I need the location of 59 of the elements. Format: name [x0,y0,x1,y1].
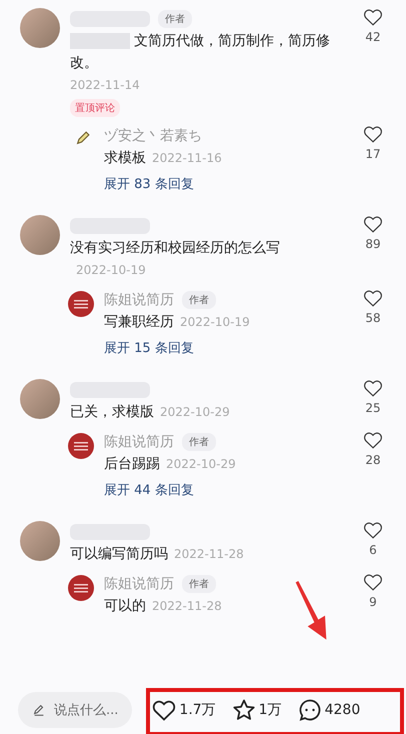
like-total: 1.7万 [179,701,216,719]
like-icon[interactable] [363,215,383,233]
favorite-total: 1万 [258,701,282,719]
comment-text: 可以编写简历吗 [70,546,168,562]
like-icon[interactable] [363,521,383,539]
pencil-icon [32,703,46,717]
like-icon[interactable] [363,125,383,143]
author-badge: 作者 [182,575,216,593]
reply-username[interactable]: ヅ安之丶若素ち [104,127,202,145]
reply-username[interactable]: 陈姐说简历 [104,433,174,451]
comment-date: 2022-11-28 [174,547,244,561]
like-count: 25 [365,401,381,415]
like-icon[interactable] [363,431,383,449]
reply-date: 2022-11-16 [152,151,222,165]
like-count: 6 [369,543,377,557]
reply-text: 写兼职经历 [104,314,174,330]
comment-bubble-icon[interactable] [298,698,322,722]
avatar-logo-icon[interactable] [68,291,94,317]
pinned-tag: 置顶评论 [70,99,120,117]
pencil-icon[interactable] [74,129,92,147]
avatar-photo-placeholder[interactable] [20,8,60,48]
like-count: 9 [369,595,377,609]
like-count: 89 [365,237,381,251]
like-count: 42 [365,30,381,44]
comment-date: 2022-10-29 [160,405,230,419]
like-icon[interactable] [363,379,383,397]
avatar-photo-placeholder[interactable] [20,379,60,419]
avatar-photo-placeholder[interactable] [20,215,60,255]
comment-date: 2022-10-19 [76,263,146,277]
reply-username[interactable]: 陈姐说简历 [104,291,174,309]
author-badge: 作者 [158,10,192,28]
reply-text: 求模板 [104,150,146,166]
author-badge: 作者 [182,291,216,309]
like-count: 17 [365,147,381,161]
like-count: 58 [365,311,381,325]
reply-date: 2022-10-19 [180,315,250,329]
expand-replies-link[interactable]: 展开 83 条回复 [104,175,194,193]
reply-date: 2022-10-29 [166,457,236,471]
avatar-photo-placeholder[interactable] [20,521,60,561]
like-icon[interactable] [363,8,383,26]
like-icon[interactable] [363,573,383,591]
comment-text: 没有实习经历和校园经历的怎么写 [70,240,280,256]
comment-total: 4280 [324,702,360,718]
like-icon[interactable] [152,698,176,722]
reply-username[interactable]: 陈姐说简历 [104,575,174,593]
comment-date: 2022-11-14 [70,78,140,92]
star-icon[interactable] [232,698,256,722]
reply-text: 后台踢踢 [104,456,160,472]
expand-replies-link[interactable]: 展开 44 条回复 [104,481,194,499]
reply-date: 2022-11-28 [152,599,222,613]
comment-text: 已关，求模版 [70,404,154,420]
like-icon[interactable] [363,289,383,307]
expand-replies-link[interactable]: 展开 15 条回复 [104,339,194,357]
like-count: 28 [365,453,381,467]
reply-text: 可以的 [104,598,146,614]
avatar-logo-icon[interactable] [68,433,94,459]
comment-input-field[interactable]: 说点什么... [18,692,132,728]
avatar-logo-icon[interactable] [68,575,94,601]
author-badge: 作者 [182,433,216,451]
